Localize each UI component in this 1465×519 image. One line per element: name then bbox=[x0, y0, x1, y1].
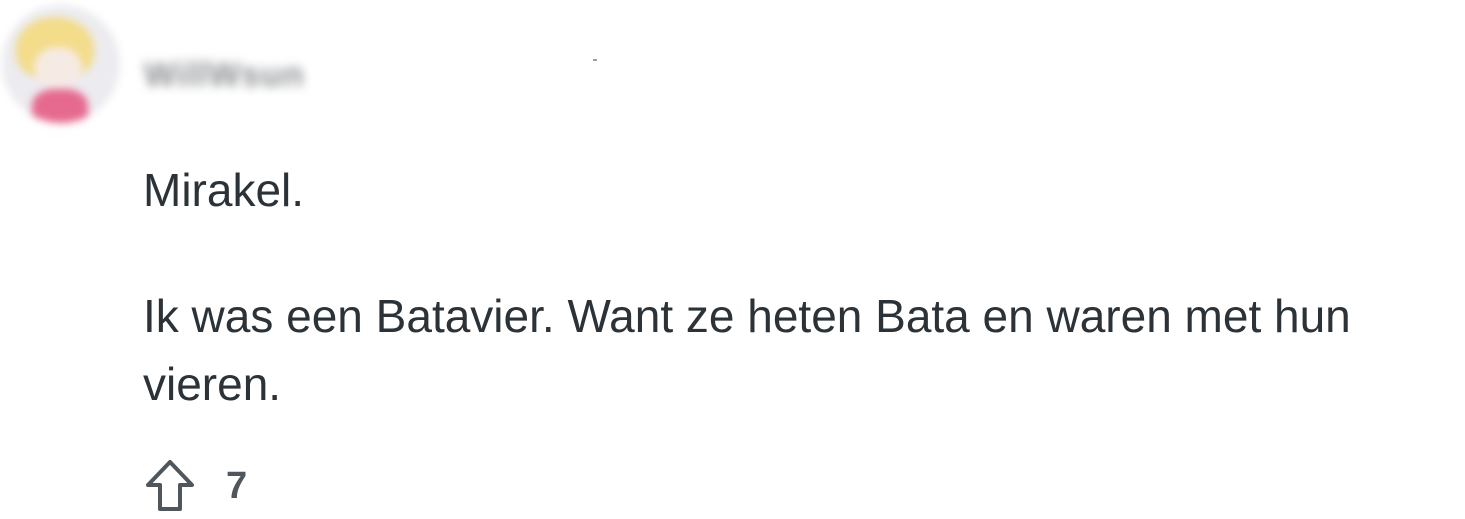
comment: WillWsun Mirakel. Ik was een Batavier. W… bbox=[0, 0, 1465, 519]
arrow-up-outline-icon bbox=[146, 460, 194, 511]
upvote-button[interactable] bbox=[144, 458, 198, 514]
comment-body: Mirakel. Ik was een Batavier. Want ze he… bbox=[143, 156, 1458, 418]
avatar-face bbox=[34, 47, 82, 87]
comment-paragraph: Mirakel. bbox=[143, 164, 305, 216]
avatar-shirt bbox=[32, 89, 88, 123]
avatar[interactable] bbox=[2, 5, 120, 123]
divider-dot bbox=[593, 59, 597, 61]
comment-paragraph: Ik was een Batavier. Want ze heten Bata … bbox=[143, 290, 1351, 410]
vote-count: 7 bbox=[226, 465, 248, 507]
comment-author[interactable]: WillWsun bbox=[144, 56, 305, 95]
comment-actions: 7 bbox=[144, 456, 247, 516]
